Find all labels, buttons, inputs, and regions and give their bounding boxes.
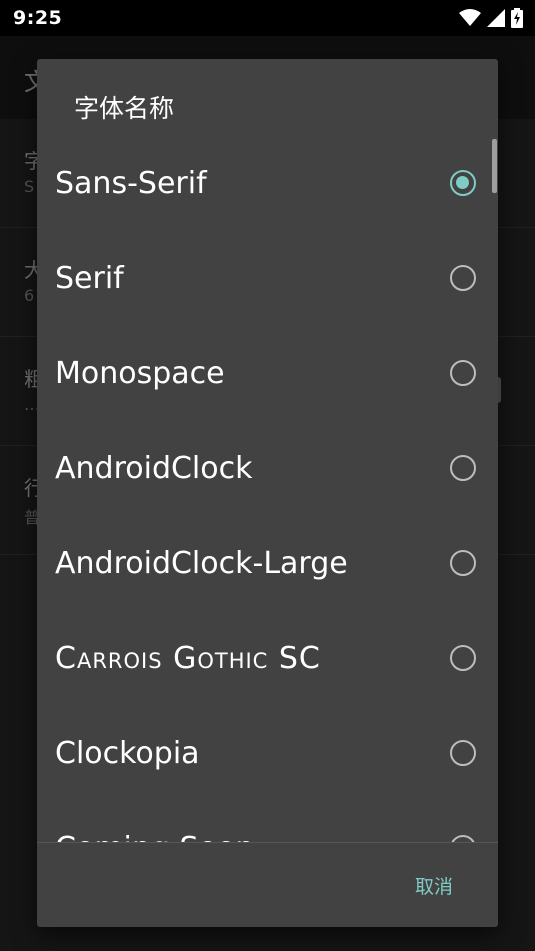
cancel-button[interactable]: 取消 <box>399 867 469 907</box>
font-option-label: AndroidClock-Large <box>55 546 348 581</box>
font-option-monospace[interactable]: Monospace <box>37 328 498 423</box>
font-option-coming-soon[interactable]: Coming Soon <box>37 803 498 842</box>
font-option-sans-serif[interactable]: Sans-Serif <box>37 138 498 233</box>
font-option-list[interactable]: Sans-Serif Serif Monospace AndroidClock … <box>37 138 498 842</box>
font-option-label: Sans-Serif <box>55 166 207 201</box>
dialog-title: 字体名称 <box>74 94 175 123</box>
radio-button[interactable] <box>450 455 476 481</box>
battery-charging-icon <box>511 8 523 28</box>
font-option-label: Monospace <box>55 356 225 391</box>
font-option-label: Serif <box>55 261 124 296</box>
radio-button[interactable] <box>450 265 476 291</box>
radio-button[interactable] <box>450 645 476 671</box>
radio-button[interactable] <box>450 740 476 766</box>
list-scrollbar[interactable] <box>492 139 497 193</box>
radio-button-checked[interactable] <box>450 170 476 196</box>
font-picker-dialog: 字体名称 Sans-Serif Serif Monospace AndroidC… <box>37 59 498 927</box>
wifi-icon <box>459 9 481 26</box>
font-option-serif[interactable]: Serif <box>37 233 498 328</box>
font-option-carrois-gothic-sc[interactable]: Carrois Gothic SC <box>37 613 498 708</box>
cellular-signal-icon <box>487 9 505 27</box>
font-option-clockopia[interactable]: Clockopia <box>37 708 498 803</box>
font-option-androidclock[interactable]: AndroidClock <box>37 423 498 518</box>
font-option-label: Clockopia <box>55 736 200 771</box>
status-icons <box>459 8 523 28</box>
radio-button[interactable] <box>450 550 476 576</box>
font-option-androidclock-large[interactable]: AndroidClock-Large <box>37 518 498 613</box>
font-option-label: Coming Soon <box>55 831 254 842</box>
font-option-label: Carrois Gothic SC <box>55 641 321 676</box>
radio-button[interactable] <box>450 835 476 842</box>
status-time: 9:25 <box>13 7 63 29</box>
dialog-divider <box>37 842 498 843</box>
radio-button[interactable] <box>450 360 476 386</box>
font-option-label: AndroidClock <box>55 451 253 486</box>
status-bar: 9:25 <box>0 0 535 36</box>
